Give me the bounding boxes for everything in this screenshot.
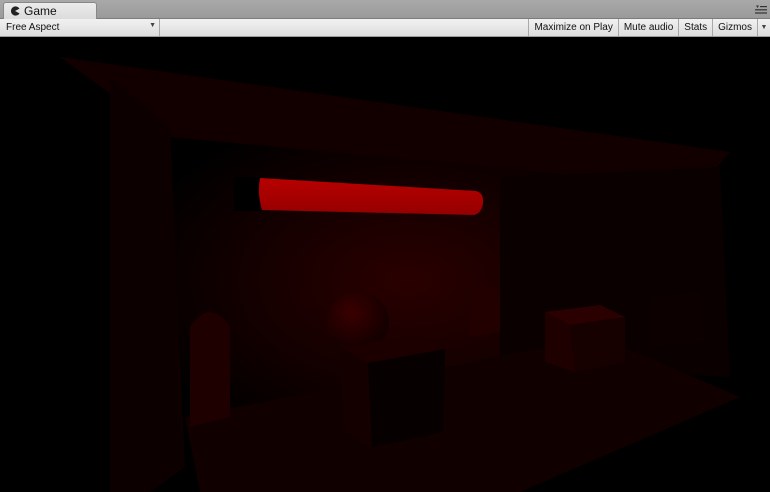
aspect-dropdown[interactable]: Free Aspect ▼ xyxy=(0,19,160,36)
tab-menu-icon[interactable] xyxy=(754,5,768,17)
dropdown-arrow-icon: ▼ xyxy=(149,22,156,29)
game-toolbar: Free Aspect ▼ Maximize on Play Mute audi… xyxy=(0,19,770,37)
game-window: Game Free Aspect ▼ Maximize on Play Mute… xyxy=(0,0,770,492)
aspect-label: Free Aspect xyxy=(6,22,60,33)
mute-audio-label: Mute audio xyxy=(623,22,674,33)
tab-label: Game xyxy=(24,4,57,18)
gizmos-toggle[interactable]: Gizmos xyxy=(713,19,758,36)
rear-block xyxy=(650,292,705,347)
stats-toggle[interactable]: Stats xyxy=(679,19,714,36)
maximize-on-play-toggle[interactable]: Maximize on Play xyxy=(529,19,619,36)
crate-center-side xyxy=(368,349,445,447)
health-bar-empty xyxy=(234,177,262,211)
tab-strip: Game xyxy=(0,0,770,19)
gizmos-label: Gizmos xyxy=(718,22,752,33)
game-viewport[interactable] xyxy=(0,37,770,492)
tab-game[interactable]: Game xyxy=(3,2,97,19)
capsule xyxy=(470,284,500,337)
toolbar-spacer xyxy=(164,19,530,36)
pacman-icon xyxy=(9,6,20,17)
left-pillar xyxy=(190,312,230,427)
maximize-on-play-label: Maximize on Play xyxy=(534,22,613,33)
gizmos-dropdown-arrow-icon[interactable]: ▼ xyxy=(758,19,770,36)
stats-label: Stats xyxy=(684,22,708,33)
mute-audio-toggle[interactable]: Mute audio xyxy=(619,19,680,36)
scene-render xyxy=(60,57,740,492)
